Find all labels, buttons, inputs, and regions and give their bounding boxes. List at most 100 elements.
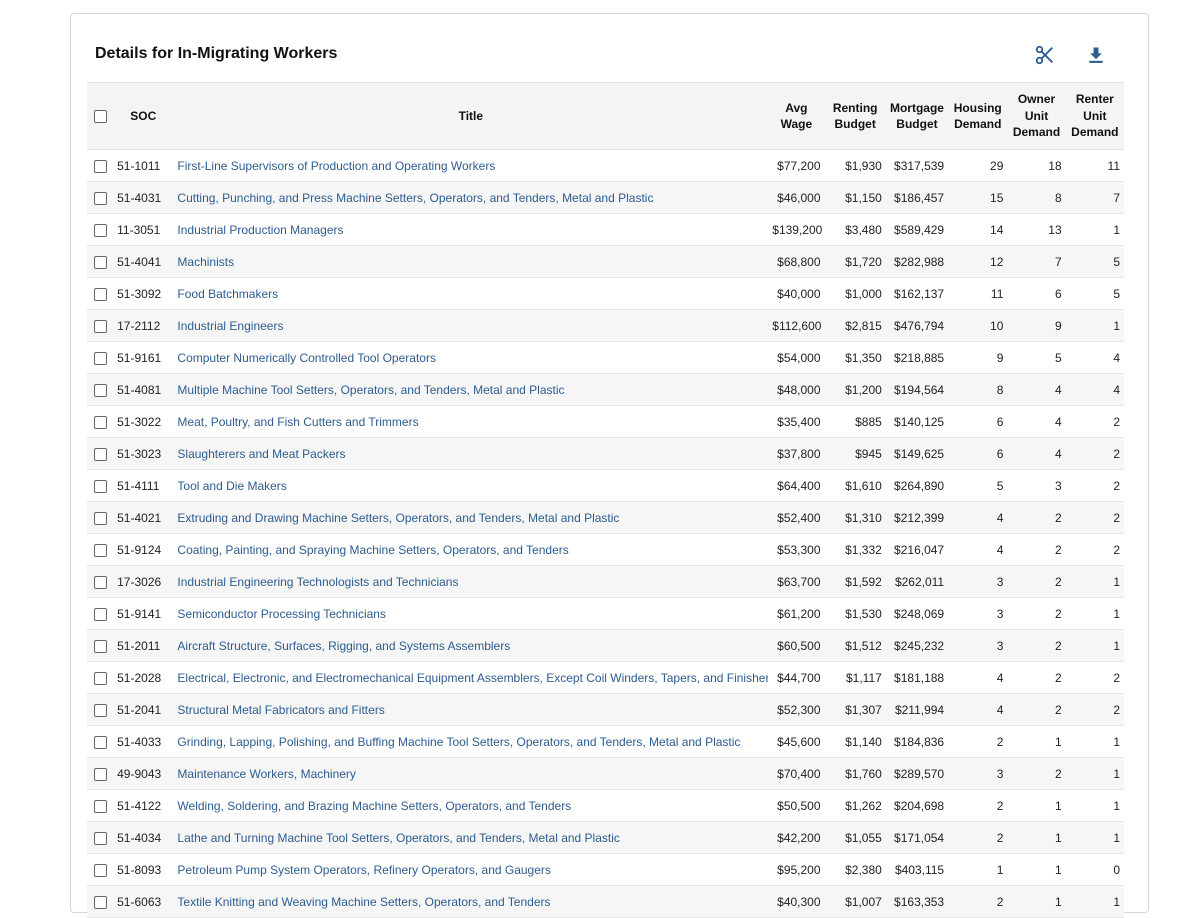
- cell-renting-budget: $1,610: [824, 469, 886, 502]
- cell-owner-unit-demand: 13: [1007, 213, 1066, 246]
- table-row: 51-6063 Textile Knitting and Weaving Mach…: [87, 885, 1124, 918]
- row-checkbox[interactable]: [93, 479, 107, 493]
- cell-renter-unit-demand: 2: [1065, 693, 1124, 726]
- cell-avg-wage: $53,300: [768, 533, 825, 566]
- occupation-title-link[interactable]: Cutting, Punching, and Press Machine Set…: [177, 191, 653, 205]
- header-housing-demand[interactable]: Housing Demand: [948, 82, 1008, 150]
- details-card: Details for In-Migrating Workers SOC Tit…: [70, 13, 1149, 918]
- header-renting-budget[interactable]: Renting Budget: [824, 82, 886, 150]
- row-checkbox[interactable]: [93, 223, 107, 237]
- cell-soc: 51-4033: [113, 725, 174, 758]
- cell-avg-wage: $50,500: [768, 789, 825, 822]
- cell-avg-wage: $52,300: [768, 693, 825, 726]
- row-checkbox[interactable]: [93, 191, 107, 205]
- cell-mortgage-budget: $184,836: [885, 725, 949, 758]
- occupation-title-link[interactable]: Industrial Engineering Technologists and…: [177, 575, 458, 589]
- cell-mortgage-budget: $476,794: [885, 309, 949, 342]
- select-all-cell: [87, 82, 114, 150]
- occupation-title-link[interactable]: Slaughterers and Meat Packers: [177, 447, 345, 461]
- row-checkbox[interactable]: [93, 671, 107, 685]
- table-row: 51-4033 Grinding, Lapping, Polishing, and…: [87, 725, 1124, 758]
- trim-button[interactable]: [1032, 42, 1058, 68]
- row-checkbox[interactable]: [93, 575, 107, 589]
- row-checkbox[interactable]: [93, 767, 107, 781]
- cell-title: Maintenance Workers, Machinery: [173, 757, 769, 790]
- cell-soc: 11-3051: [113, 213, 174, 246]
- row-checkbox-cell: [87, 725, 114, 758]
- cell-mortgage-budget: $216,047: [885, 533, 949, 566]
- cell-owner-unit-demand: 1: [1007, 885, 1066, 918]
- row-checkbox[interactable]: [93, 735, 107, 749]
- row-checkbox-cell: [87, 757, 114, 790]
- row-checkbox[interactable]: [93, 703, 107, 717]
- occupation-title-link[interactable]: Extruding and Drawing Machine Setters, O…: [177, 511, 619, 525]
- cell-owner-unit-demand: 5: [1007, 341, 1066, 374]
- occupation-title-link[interactable]: Lathe and Turning Machine Tool Setters, …: [177, 831, 619, 845]
- occupation-title-link[interactable]: Structural Metal Fabricators and Fitters: [177, 703, 384, 717]
- header-avg-wage[interactable]: Avg Wage: [768, 82, 825, 150]
- row-checkbox[interactable]: [93, 863, 107, 877]
- occupation-title-link[interactable]: Industrial Production Managers: [177, 223, 343, 237]
- row-checkbox[interactable]: [93, 159, 107, 173]
- cell-renter-unit-demand: 1: [1065, 789, 1124, 822]
- cell-soc: 51-1011: [113, 149, 174, 182]
- row-checkbox-cell: [87, 693, 114, 726]
- cell-housing-demand: 2: [948, 885, 1008, 918]
- row-checkbox[interactable]: [93, 319, 107, 333]
- row-checkbox[interactable]: [93, 447, 107, 461]
- row-checkbox[interactable]: [93, 383, 107, 397]
- cell-renter-unit-demand: 2: [1065, 533, 1124, 566]
- cell-renting-budget: $1,055: [824, 821, 886, 854]
- cell-renting-budget: $1,592: [824, 565, 886, 598]
- cell-title: Welding, Soldering, and Brazing Machine …: [173, 789, 769, 822]
- cell-renter-unit-demand: 2: [1065, 405, 1124, 438]
- occupation-title-link[interactable]: Coating, Painting, and Spraying Machine …: [177, 543, 568, 557]
- cell-owner-unit-demand: 1: [1007, 821, 1066, 854]
- occupation-title-link[interactable]: Maintenance Workers, Machinery: [177, 767, 356, 781]
- row-checkbox[interactable]: [93, 415, 107, 429]
- cell-soc: 51-6063: [113, 885, 174, 918]
- row-checkbox[interactable]: [93, 351, 107, 365]
- header-mortgage-budget[interactable]: Mortgage Budget: [885, 82, 949, 150]
- cell-mortgage-budget: $171,054: [885, 821, 949, 854]
- cell-owner-unit-demand: 2: [1007, 757, 1066, 790]
- cell-housing-demand: 2: [948, 725, 1008, 758]
- cell-avg-wage: $77,200: [768, 149, 825, 182]
- header-soc[interactable]: SOC: [113, 82, 174, 150]
- row-checkbox[interactable]: [93, 543, 107, 557]
- header-title[interactable]: Title: [173, 82, 769, 150]
- header-renter-unit-demand[interactable]: Renter Unit Demand: [1065, 82, 1124, 150]
- occupation-title-link[interactable]: Food Batchmakers: [177, 287, 278, 301]
- select-all-checkbox[interactable]: [93, 110, 107, 124]
- occupation-title-link[interactable]: Grinding, Lapping, Polishing, and Buffin…: [177, 735, 740, 749]
- occupation-title-link[interactable]: Computer Numerically Controlled Tool Ope…: [177, 351, 436, 365]
- occupation-title-link[interactable]: First-Line Supervisors of Production and…: [177, 159, 495, 173]
- cell-renter-unit-demand: 1: [1065, 309, 1124, 342]
- cell-title: Food Batchmakers: [173, 277, 769, 310]
- occupation-title-link[interactable]: Machinists: [177, 255, 234, 269]
- row-checkbox[interactable]: [93, 895, 107, 909]
- cell-housing-demand: 14: [948, 213, 1008, 246]
- download-button[interactable]: [1083, 42, 1109, 68]
- row-checkbox[interactable]: [93, 607, 107, 621]
- occupation-title-link[interactable]: Multiple Machine Tool Setters, Operators…: [177, 383, 564, 397]
- row-checkbox[interactable]: [93, 799, 107, 813]
- occupation-title-link[interactable]: Aircraft Structure, Surfaces, Rigging, a…: [177, 639, 510, 653]
- header-owner-unit-demand[interactable]: Owner Unit Demand: [1007, 82, 1066, 150]
- occupation-title-link[interactable]: Tool and Die Makers: [177, 479, 286, 493]
- row-checkbox[interactable]: [93, 255, 107, 269]
- row-checkbox[interactable]: [93, 511, 107, 525]
- row-checkbox[interactable]: [93, 831, 107, 845]
- occupation-title-link[interactable]: Textile Knitting and Weaving Machine Set…: [177, 895, 550, 909]
- cell-renter-unit-demand: 1: [1065, 213, 1124, 246]
- occupation-title-link[interactable]: Welding, Soldering, and Brazing Machine …: [177, 799, 571, 813]
- occupation-title-link[interactable]: Petroleum Pump System Operators, Refiner…: [177, 863, 551, 877]
- cell-housing-demand: 4: [948, 693, 1008, 726]
- occupation-title-link[interactable]: Industrial Engineers: [177, 319, 283, 333]
- row-checkbox[interactable]: [93, 639, 107, 653]
- occupation-title-link[interactable]: Semiconductor Processing Technicians: [177, 607, 386, 621]
- occupation-title-link[interactable]: Electrical, Electronic, and Electromecha…: [177, 671, 768, 685]
- row-checkbox[interactable]: [93, 287, 107, 301]
- occupation-title-link[interactable]: Meat, Poultry, and Fish Cutters and Trim…: [177, 415, 418, 429]
- row-checkbox-cell: [87, 629, 114, 662]
